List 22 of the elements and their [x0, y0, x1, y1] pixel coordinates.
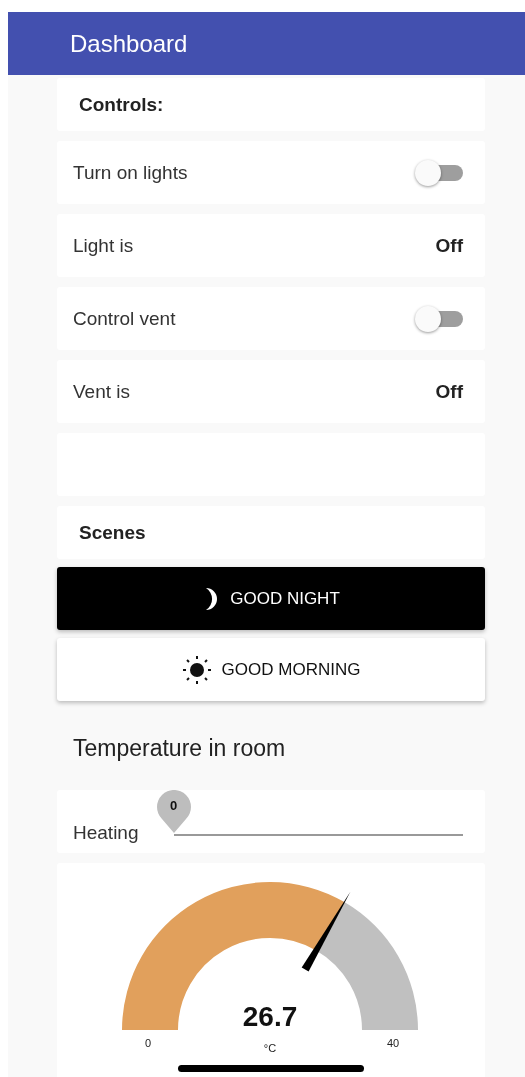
gauge-value: 26.7 [242, 1001, 298, 1032]
section-title: Controls: [79, 93, 164, 116]
status-value: Off [435, 234, 463, 257]
gauge-max: 40 [386, 1037, 400, 1049]
gauge-min: 0 [144, 1037, 152, 1049]
status-value: Off [435, 380, 463, 403]
app-title: Dashboard [70, 29, 188, 58]
heating-label: Heating [73, 822, 139, 844]
section-heading: Temperature in room [73, 735, 287, 762]
control-label: Control vent [73, 307, 176, 330]
section-title: Scenes [79, 521, 146, 544]
toggle-switch[interactable] [415, 304, 463, 333]
control-label: Turn on lights [73, 161, 188, 184]
slider-thumb[interactable]: 0 [156, 790, 191, 834]
scene-button[interactable]: GOOD MORNING [57, 638, 485, 701]
status-label: Light is [73, 234, 134, 257]
status-label: Vent is [73, 380, 131, 403]
slider-track[interactable]: 0 [156, 785, 463, 843]
sun-icon [181, 654, 212, 685]
toggle-switch[interactable] [415, 158, 463, 187]
scene-button[interactable]: GOOD NIGHT [57, 567, 485, 630]
gauge-unit: °C [263, 1042, 277, 1054]
